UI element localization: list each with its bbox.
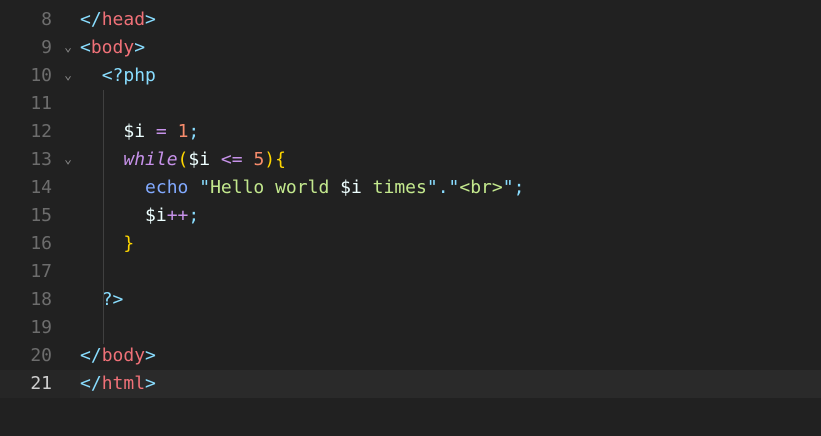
code-token: body <box>101 345 146 366</box>
code-token: ; <box>188 205 200 226</box>
code-editor[interactable]: > 8</head>9⌄<body>10⌄ <?php1112 $i = 1;1… <box>0 0 821 436</box>
code-token: times <box>361 177 427 198</box>
code-token: } <box>123 233 135 254</box>
code-token: $i <box>123 121 146 142</box>
code-token: 1 <box>177 121 189 142</box>
line-number: 12 <box>30 121 52 142</box>
code-token: " <box>426 177 438 198</box>
code-token: = <box>155 121 167 142</box>
code-token: <= <box>220 149 243 170</box>
code-token: while <box>123 149 178 170</box>
code-token: > <box>145 373 156 394</box>
code-token: Hello world <box>210 177 341 198</box>
code-token: . <box>437 177 449 198</box>
line-number: 14 <box>30 177 52 198</box>
code-text: ?> <box>80 286 124 314</box>
code-token: > <box>145 345 156 366</box>
code-token: </ <box>80 345 102 366</box>
code-token: 5 <box>253 149 265 170</box>
code-token: $i <box>188 149 211 170</box>
code-text: </head> <box>80 6 156 34</box>
code-token: > <box>145 9 156 30</box>
code-token: " <box>448 177 460 198</box>
code-line[interactable]: 8 </head> <box>0 6 821 34</box>
code-token: </ <box>80 373 102 394</box>
fold-chevron-icon[interactable]: ⌄ <box>61 62 75 90</box>
code-token: ) <box>264 149 276 170</box>
code-text: } <box>80 230 134 258</box>
code-text: echo "Hello world $i times"."<br>"; <box>80 174 524 202</box>
line-number: 21 <box>30 373 52 394</box>
line-number: 15 <box>30 205 52 226</box>
code-text: </body> <box>80 342 156 370</box>
code-token: ?> <box>101 289 124 310</box>
line-number: 16 <box>30 233 52 254</box>
code-token: head <box>101 9 146 30</box>
current-line-highlight <box>80 370 821 398</box>
code-token: ++ <box>166 205 189 226</box>
code-token: " <box>502 177 514 198</box>
code-token: ( <box>177 149 189 170</box>
line-number: 18 <box>30 289 52 310</box>
code-line[interactable]: 10 ⌄ <?php <box>0 62 821 90</box>
code-line[interactable]: 13 ⌄ while($i <= 5){ <box>0 146 821 174</box>
code-line[interactable]: 12 $i = 1; <box>0 118 821 146</box>
code-token: <br> <box>459 177 503 198</box>
code-text: while($i <= 5){ <box>80 146 286 174</box>
line-number: 13 <box>30 149 52 170</box>
code-token: " <box>199 177 211 198</box>
code-line[interactable]: 18 ?> <box>0 286 821 314</box>
code-token: html <box>101 373 146 394</box>
code-token: ; <box>513 177 525 198</box>
line-number: 20 <box>30 345 52 366</box>
line-number: 8 <box>41 9 52 30</box>
code-text: <body> <box>80 34 145 62</box>
code-token: echo <box>145 177 189 198</box>
code-line[interactable]: 14 echo "Hello world $i times"."<br>"; <box>0 174 821 202</box>
code-text: <?php <box>80 62 156 90</box>
code-line[interactable]: 20 </body> <box>0 342 821 370</box>
line-number: 9 <box>41 37 52 58</box>
partial-line: > <box>0 0 821 2</box>
code-line[interactable]: 15 $i++; <box>0 202 821 230</box>
code-token: > <box>134 37 146 58</box>
partial-line-text: > <box>285 0 296 2</box>
code-token: body <box>90 37 135 58</box>
code-line[interactable]: 16 } <box>0 230 821 258</box>
line-number: 17 <box>30 261 52 282</box>
line-number: 10 <box>30 65 52 86</box>
code-token: { <box>275 149 286 170</box>
code-token: < <box>80 37 91 58</box>
code-token: $i <box>340 177 362 198</box>
code-token: ; <box>188 121 200 142</box>
code-line[interactable]: 9 ⌄ <body> <box>0 34 821 62</box>
code-token: </ <box>80 9 102 30</box>
line-number: 11 <box>30 93 52 114</box>
code-line[interactable]: 19 <box>0 314 821 342</box>
code-line[interactable]: 17 <box>0 258 821 286</box>
code-line[interactable]: 21 </html> <box>0 370 821 398</box>
code-token: $i <box>145 205 167 226</box>
fold-chevron-icon[interactable]: ⌄ <box>61 146 75 174</box>
line-number: 19 <box>30 317 52 338</box>
code-text: </html> <box>80 370 156 398</box>
code-text: $i = 1; <box>80 118 199 146</box>
fold-chevron-icon[interactable]: ⌄ <box>61 34 75 62</box>
indent-guide <box>103 90 104 344</box>
code-token: <?php <box>101 65 156 86</box>
code-line[interactable]: 11 <box>0 90 821 118</box>
code-text: $i++; <box>80 202 199 230</box>
